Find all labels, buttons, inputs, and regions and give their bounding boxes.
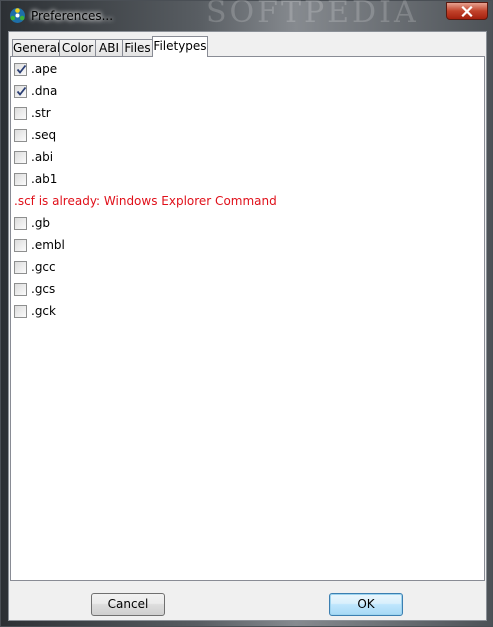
filetype-label: .gb	[31, 216, 51, 230]
tab-filetypes[interactable]: Filetypes	[152, 36, 208, 57]
tab-general[interactable]: General	[12, 39, 60, 56]
scf-warning-message: .scf is already: Windows Explorer Comman…	[14, 194, 277, 208]
checkbox-embl[interactable]	[14, 239, 27, 252]
ok-button[interactable]: OK	[329, 593, 403, 616]
checkbox-gcs[interactable]	[14, 283, 27, 296]
checkbox-gck[interactable]	[14, 305, 27, 318]
preferences-window: SOFTPEDIA Preferences... General Color A…	[0, 0, 493, 627]
cancel-button[interactable]: Cancel	[91, 593, 165, 616]
filetype-label: .str	[31, 106, 51, 120]
checkbox-str[interactable]	[14, 107, 27, 120]
filetype-label: .embl	[31, 238, 65, 252]
filetype-label: .gck	[31, 304, 56, 318]
checkmark-icon	[16, 64, 27, 74]
tab-color[interactable]: Color	[59, 39, 96, 56]
checkmark-icon	[16, 86, 27, 96]
window-title: Preferences...	[31, 9, 114, 23]
close-icon	[461, 6, 473, 17]
tab-abi[interactable]: ABI	[95, 39, 123, 56]
checkbox-seq[interactable]	[14, 129, 27, 142]
checkbox-ab1[interactable]	[14, 173, 27, 186]
filetype-label: .seq	[31, 128, 57, 142]
filetype-label: .ab1	[31, 172, 58, 186]
filetype-label: .dna	[31, 84, 58, 98]
filetypes-panel: .ape .dna .str .seq .abi .ab1 .scf is al…	[10, 56, 485, 581]
close-button[interactable]	[446, 2, 488, 20]
filetype-label: .ape	[31, 62, 58, 76]
tab-files[interactable]: Files	[122, 39, 153, 56]
checkbox-gb[interactable]	[14, 217, 27, 230]
checkbox-dna[interactable]	[14, 85, 27, 98]
checkbox-abi[interactable]	[14, 151, 27, 164]
dialog-client-area: General Color ABI Files Filetypes .ape .…	[8, 31, 487, 621]
app-icon	[10, 8, 25, 23]
title-bar[interactable]: SOFTPEDIA Preferences...	[1, 0, 492, 31]
filetype-label: .abi	[31, 150, 54, 164]
watermark: SOFTPEDIA	[206, 0, 419, 30]
checkbox-ape[interactable]	[14, 63, 27, 76]
checkbox-gcc[interactable]	[14, 261, 27, 274]
filetype-label: .gcs	[31, 282, 56, 296]
filetype-label: .gcc	[31, 260, 56, 274]
